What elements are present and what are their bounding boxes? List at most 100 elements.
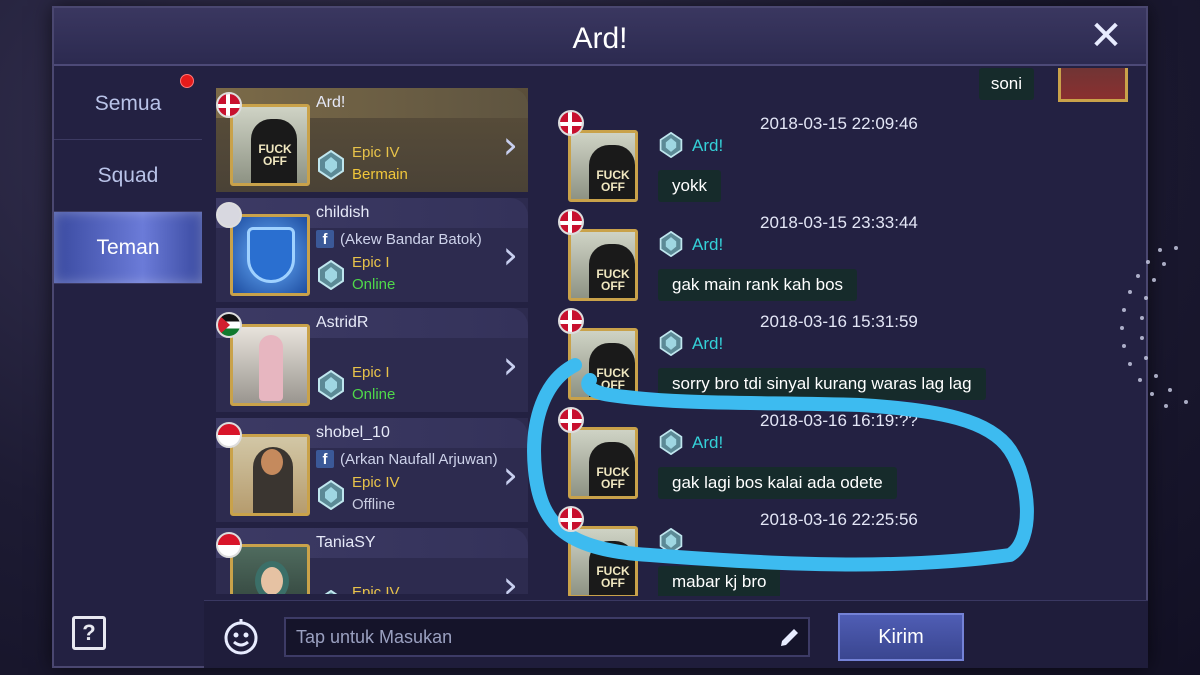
chat-message: 2018-03-16 16:19:?? FUCK OFF Ard! gak lag…	[548, 407, 1148, 511]
send-button[interactable]: Kirim	[838, 613, 964, 661]
avatar: FUCK OFF	[230, 104, 310, 186]
sender-name: Ard!	[692, 136, 724, 155]
facebook-line: f (Arkan Naufall Arjuwan)	[316, 450, 498, 468]
friend-item[interactable]: AstridR Epic I Online ›	[216, 308, 528, 412]
rank-icon	[659, 528, 683, 554]
decorative-dots	[1120, 246, 1188, 408]
chat-message: 2018-03-16 15:31:59 FUCK OFF Ard! sorry b…	[548, 308, 1148, 412]
tab-squad[interactable]: Squad	[54, 140, 202, 212]
rank-icon	[318, 150, 344, 180]
flag-icon	[558, 209, 584, 235]
friend-list[interactable]: FUCK OFF Ard! Epic IV Bermain › childish …	[204, 74, 544, 594]
flag-icon	[558, 506, 584, 532]
help-icon[interactable]: ?	[72, 616, 106, 650]
avatar: FUCK OFF	[568, 526, 638, 596]
rank-label: Epic IV	[352, 474, 400, 491]
status-label: Online	[352, 386, 396, 403]
flag-icon	[558, 110, 584, 136]
rank-label: Epic IV	[352, 144, 400, 161]
chat-message: 2018-03-15 22:09:46 FUCK OFF Ard! yokk	[548, 110, 1148, 214]
avatar: FUCK OFF	[568, 427, 638, 499]
rank-icon	[318, 370, 344, 400]
sender-name: Ard!	[692, 433, 724, 452]
chevron-right-icon[interactable]: ›	[503, 126, 518, 164]
flag-icon	[558, 407, 584, 433]
avatar	[230, 214, 310, 296]
emoji-icon[interactable]	[222, 617, 260, 655]
friend-item[interactable]: FUCK OFF Ard! Epic IV Bermain ›	[216, 88, 528, 192]
tab-label: Squad	[97, 163, 159, 187]
flag-icon	[216, 92, 242, 118]
friend-name: AstridR	[316, 314, 369, 331]
avatar	[230, 434, 310, 516]
message-bubble-self: soni	[978, 68, 1034, 100]
sidebar-tabs: Semua Squad Teman	[54, 68, 202, 284]
rank-icon	[659, 330, 683, 356]
message-bubble: sorry bro tdi sinyal kurang waras lag la…	[658, 368, 986, 400]
message-bubble: gak main rank kah bos	[658, 269, 858, 301]
window-title: Ard!	[572, 22, 628, 55]
flag-icon	[558, 308, 584, 334]
message-timestamp: 2018-03-16 22:25:56	[760, 510, 918, 529]
rank-label: Epic IV	[352, 584, 400, 594]
chat-window: Ard! ✕ Semua Squad Teman ? FUCK OFF Ard! …	[52, 6, 1148, 668]
status-label: Online	[352, 276, 396, 293]
facebook-icon: f	[316, 230, 334, 248]
avatar: FUCK OFF	[568, 229, 638, 301]
status-label: Bermain	[352, 166, 408, 183]
avatar: FUCK OFF	[568, 328, 638, 400]
rank-icon	[318, 480, 344, 510]
rank-label: Epic I	[352, 254, 390, 271]
rank-icon	[318, 260, 344, 290]
chevron-right-icon[interactable]: ›	[503, 456, 518, 494]
facebook-line: f (Akew Bandar Batok)	[316, 230, 482, 248]
message-timestamp: 2018-03-15 23:33:44	[760, 213, 918, 232]
chevron-right-icon[interactable]: ›	[503, 346, 518, 384]
friend-name: shobel_10	[316, 424, 390, 441]
flag-icon	[216, 532, 242, 558]
flag-icon	[216, 312, 242, 338]
rank-label: Epic I	[352, 364, 390, 381]
flag-icon	[216, 202, 242, 228]
friend-name: Ard!	[316, 94, 346, 111]
friend-name: childish	[316, 204, 370, 221]
tab-semua[interactable]: Semua	[54, 68, 202, 140]
avatar: FUCK OFF	[568, 130, 638, 202]
avatar	[230, 544, 310, 594]
facebook-name: (Akew Bandar Batok)	[340, 230, 482, 248]
tab-label: Semua	[94, 91, 162, 115]
chat-panel[interactable]: soni 2018-03-15 22:09:46 FUCK OFF Ard! yo…	[548, 68, 1148, 596]
notification-dot	[180, 74, 194, 88]
tab-teman[interactable]: Teman	[54, 212, 202, 284]
status-label: Offline	[352, 496, 396, 513]
sender-name: Ard!	[692, 334, 724, 353]
friend-item[interactable]: shobel_10 f (Arkan Naufall Arjuwan) Epic…	[216, 418, 528, 522]
message-bubble: yokk	[658, 170, 721, 202]
chat-message: 2018-03-15 23:33:44 FUCK OFF Ard! gak mai…	[548, 209, 1148, 313]
chat-message: 2018-03-16 22:25:56 FUCK OFF mabar kj bro	[548, 506, 1148, 596]
message-timestamp: 2018-03-16 16:19:??	[760, 411, 918, 430]
message-bubble: gak lagi bos kalai ada odete	[658, 467, 897, 499]
rank-icon	[659, 429, 683, 455]
sender-name: Ard!	[692, 235, 724, 254]
flag-icon	[216, 422, 242, 448]
chevron-right-icon[interactable]: ›	[503, 236, 518, 274]
tab-label: Teman	[96, 235, 160, 259]
input-bar: Kirim	[204, 600, 1148, 668]
chevron-right-icon[interactable]: ›	[503, 566, 518, 594]
rank-icon	[324, 590, 338, 594]
message-input[interactable]	[284, 617, 810, 657]
friend-item[interactable]: TaniaSY Epic IV ›	[216, 528, 528, 594]
rank-icon	[659, 132, 683, 158]
pencil-icon[interactable]	[778, 625, 802, 649]
friend-name: TaniaSY	[316, 534, 376, 551]
facebook-name: (Arkan Naufall Arjuwan)	[340, 450, 498, 468]
message-timestamp: 2018-03-15 22:09:46	[760, 114, 918, 133]
close-icon[interactable]: ✕	[1086, 16, 1126, 56]
message-timestamp: 2018-03-16 15:31:59	[760, 312, 918, 331]
title-bar: Ard! ✕	[54, 8, 1146, 66]
message-bubble: mabar kj bro	[658, 566, 781, 596]
friend-item[interactable]: childish f (Akew Bandar Batok) Epic I On…	[216, 198, 528, 302]
avatar	[230, 324, 310, 406]
self-avatar	[1058, 68, 1128, 102]
